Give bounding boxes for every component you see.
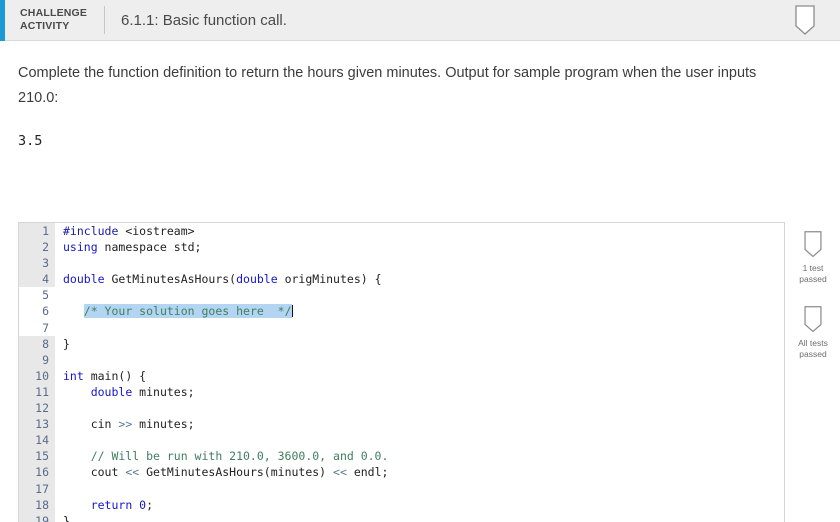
line-number-gutter: 1 2 3 4 5 6 7 8 9 10 11 12 13 14 15 16 1… [19,223,55,522]
ribbon-bookmark-icon [804,306,822,333]
token-param-name: origMinutes) { [277,272,382,287]
code-line-15: // Will be run with 210.0, 3600.0, and 0… [63,448,784,464]
line-number: 1 [42,224,49,238]
test-status-single-line1: 1 test [802,263,824,273]
token-close-brace: } [63,336,70,351]
token-using: using [63,240,98,255]
code-line-4: double GetMinutesAsHours(double origMinu… [63,271,784,287]
token-insertion-operator: << [125,465,140,480]
challenge-activity-label-line2: ACTIVITY [20,20,70,32]
code-line-11: double minutes; [63,384,784,400]
token-namespace-std: namespace std; [97,240,202,255]
line-number: 9 [42,352,49,367]
code-line-10: int main() { [63,368,784,384]
test-status-all-line2: passed [799,349,827,359]
token-function-name: GetMinutesAsHours( [104,272,237,287]
test-status-all[interactable]: All tests passed [786,305,840,360]
token-main: main() { [83,368,147,383]
token-double: double [63,272,105,287]
code-line-18: return 0; [63,497,784,513]
code-content[interactable]: #include <iostream> using namespace std;… [55,223,784,522]
code-editor[interactable]: 1 2 3 4 5 6 7 8 9 10 11 12 13 14 15 16 1… [18,222,785,522]
ribbon-bookmark-icon [804,231,822,258]
token-header-name: <iostream> [118,224,195,238]
challenge-activity-label: CHALLENGE ACTIVITY [20,7,96,33]
line-number: 2 [42,240,49,255]
line-number: 5 [42,288,49,303]
token-endl: endl; [346,465,389,480]
code-line-1: #include <iostream> [63,223,784,239]
token-minutes-var: minutes; [132,417,195,432]
line-number: 14 [35,433,49,448]
token-minutes-decl: minutes; [132,384,195,399]
line-number: 3 [42,256,49,271]
token-double-param: double [236,272,278,287]
text-cursor [291,305,293,318]
token-int: int [63,368,84,383]
code-line-19: } [63,513,784,522]
challenge-activity-header: CHALLENGE ACTIVITY 6.1.1: Basic function… [0,0,840,41]
test-status-all-line1: All tests [798,338,828,348]
code-line-13: cin >> minutes; [63,416,784,432]
header-divider [104,6,105,34]
line-number: 19 [35,513,49,522]
test-status-rail: 1 test passed All tests passed [786,222,840,522]
token-return-value: 0 [132,497,147,512]
code-line-8: } [63,336,784,352]
token-return: return [90,497,133,512]
line-number: 6 [42,304,49,319]
token-test-values-comment: // Will be run with 210.0, 3600.0, and 0… [63,449,389,464]
line-number: 7 [42,320,49,335]
token-solution-placeholder-comment[interactable]: /* Your solution goes here */ [83,304,292,319]
line-number: 11 [35,384,49,399]
test-status-all-caption: All tests passed [786,338,840,360]
line-number: 4 [42,272,49,287]
header-ribbon-icon [788,4,822,38]
token-double: double [90,384,133,399]
line-number: 10 [35,368,49,383]
challenge-activity-label-line1: CHALLENGE [20,7,88,19]
header-accent-bar [0,0,5,41]
instruction-text: Complete the function definition to retu… [18,65,757,106]
line-number: 15 [35,449,49,464]
token-cout: cout [63,465,126,480]
line-number: 8 [42,336,49,351]
token-insertion-operator: << [333,465,347,480]
code-line-2: using namespace std; [63,239,784,255]
token-extraction-operator: >> [118,417,133,432]
token-include: #include [63,224,119,238]
code-line-16: cout << GetMinutesAsHours(minutes) << en… [63,464,784,480]
test-status-single[interactable]: 1 test passed [786,230,840,285]
line-number: 17 [35,481,49,496]
line-number: 13 [35,417,49,432]
token-semicolon: ; [146,497,154,512]
code-line-6[interactable]: /* Your solution goes here */ [63,303,784,319]
line-number: 12 [35,401,49,416]
line-number: 18 [35,497,49,512]
token-cin: cin [63,417,119,432]
line-number: 16 [35,465,49,480]
test-status-single-caption: 1 test passed [786,263,840,285]
token-close-brace: } [63,513,70,522]
token-function-call: GetMinutesAsHours(minutes) [139,465,334,480]
sample-output-value: 3.5 [18,133,43,149]
page-title: 6.1.1: Basic function call. [121,11,287,29]
test-status-single-line2: passed [799,274,827,284]
